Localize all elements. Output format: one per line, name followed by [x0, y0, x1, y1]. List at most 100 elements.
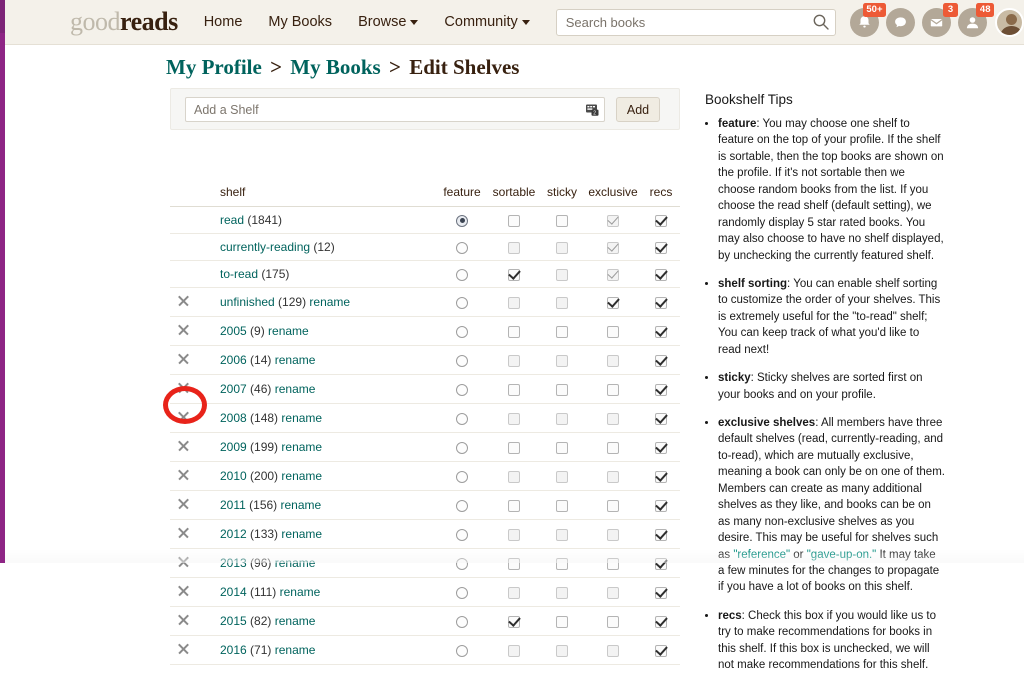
shelf-name-link[interactable]: 2011: [220, 498, 246, 512]
delete-shelf-icon[interactable]: [177, 352, 190, 365]
sticky-checkbox[interactable]: [556, 384, 568, 396]
feature-radio[interactable]: [456, 215, 468, 227]
shelf-name-link[interactable]: 2013: [220, 556, 247, 570]
feature-radio[interactable]: [456, 384, 468, 396]
recs-checkbox[interactable]: [655, 500, 667, 512]
delete-shelf-icon[interactable]: [177, 294, 190, 307]
user-avatar[interactable]: [995, 8, 1024, 37]
delete-shelf-icon[interactable]: [177, 497, 190, 510]
delete-shelf-icon[interactable]: [177, 526, 190, 539]
tip-shelf-link-reference[interactable]: "reference": [733, 549, 790, 561]
exclusive-checkbox[interactable]: [607, 297, 619, 309]
feature-radio[interactable]: [456, 442, 468, 454]
rename-shelf-link[interactable]: rename: [277, 498, 321, 512]
comments-icon[interactable]: [886, 8, 915, 37]
add-shelf-input[interactable]: [185, 97, 605, 122]
feature-radio[interactable]: [456, 355, 468, 367]
shelf-name-link[interactable]: read: [220, 213, 244, 227]
sortable-checkbox[interactable]: [508, 616, 520, 628]
feature-radio[interactable]: [456, 297, 468, 309]
sortable-checkbox[interactable]: [508, 500, 520, 512]
search-input[interactable]: [556, 9, 836, 36]
exclusive-checkbox[interactable]: [607, 558, 619, 570]
feature-radio[interactable]: [456, 471, 468, 483]
rename-shelf-link[interactable]: rename: [271, 353, 315, 367]
rename-shelf-link[interactable]: rename: [271, 556, 315, 570]
delete-shelf-icon[interactable]: [177, 439, 190, 452]
feature-radio[interactable]: [456, 413, 468, 425]
recs-checkbox[interactable]: [655, 413, 667, 425]
recs-checkbox[interactable]: [655, 355, 667, 367]
rename-shelf-link[interactable]: rename: [306, 295, 350, 309]
sortable-checkbox[interactable]: [508, 558, 520, 570]
recs-checkbox[interactable]: [655, 269, 667, 281]
recs-checkbox[interactable]: [655, 587, 667, 599]
feature-radio[interactable]: [456, 587, 468, 599]
feature-radio[interactable]: [456, 616, 468, 628]
shelf-name-link[interactable]: 2006: [220, 353, 247, 367]
delete-shelf-icon[interactable]: [177, 555, 190, 568]
messages-icon[interactable]: 3: [922, 8, 951, 37]
shelf-name-link[interactable]: 2014: [220, 585, 247, 599]
recs-checkbox[interactable]: [655, 558, 667, 570]
recs-checkbox[interactable]: [655, 215, 667, 227]
recs-checkbox[interactable]: [655, 616, 667, 628]
sticky-checkbox[interactable]: [556, 215, 568, 227]
recs-checkbox[interactable]: [655, 645, 667, 657]
shelf-name-link[interactable]: 2007: [220, 382, 247, 396]
recs-checkbox[interactable]: [655, 242, 667, 254]
input-method-icon[interactable]: 2: [585, 102, 600, 117]
friend-requests-icon[interactable]: 48: [958, 8, 987, 37]
exclusive-checkbox[interactable]: [607, 442, 619, 454]
rename-shelf-link[interactable]: rename: [278, 469, 322, 483]
sticky-checkbox[interactable]: [556, 326, 568, 338]
delete-shelf-icon[interactable]: [177, 410, 190, 423]
recs-checkbox[interactable]: [655, 384, 667, 396]
sticky-checkbox[interactable]: [556, 616, 568, 628]
delete-shelf-icon[interactable]: [177, 381, 190, 394]
nav-item-browse[interactable]: Browse: [358, 14, 418, 30]
sortable-checkbox[interactable]: [508, 269, 520, 281]
nav-item-home[interactable]: Home: [204, 14, 243, 30]
shelf-name-link[interactable]: 2016: [220, 643, 247, 657]
shelf-name-link[interactable]: 2010: [220, 469, 247, 483]
recs-checkbox[interactable]: [655, 442, 667, 454]
rename-shelf-link[interactable]: rename: [276, 585, 320, 599]
sortable-checkbox[interactable]: [508, 384, 520, 396]
rename-shelf-link[interactable]: rename: [278, 440, 322, 454]
recs-checkbox[interactable]: [655, 326, 667, 338]
shelf-name-link[interactable]: 2008: [220, 411, 247, 425]
delete-shelf-icon[interactable]: [177, 468, 190, 481]
feature-radio[interactable]: [456, 242, 468, 254]
rename-shelf-link[interactable]: rename: [271, 614, 315, 628]
rename-shelf-link[interactable]: rename: [265, 324, 309, 338]
add-shelf-button[interactable]: Add: [616, 97, 660, 122]
feature-radio[interactable]: [456, 558, 468, 570]
shelf-name-link[interactable]: currently-reading: [220, 240, 310, 254]
shelf-name-link[interactable]: 2012: [220, 527, 247, 541]
breadcrumb-my-profile[interactable]: My Profile: [166, 55, 262, 79]
delete-shelf-icon[interactable]: [177, 613, 190, 626]
shelf-name-link[interactable]: to-read: [220, 267, 258, 281]
sortable-checkbox[interactable]: [508, 442, 520, 454]
feature-radio[interactable]: [456, 326, 468, 338]
goodreads-logo[interactable]: goodreads: [70, 9, 178, 35]
rename-shelf-link[interactable]: rename: [271, 643, 315, 657]
search-icon[interactable]: [812, 13, 830, 31]
shelf-name-link[interactable]: 2005: [220, 324, 247, 338]
feature-radio[interactable]: [456, 529, 468, 541]
delete-shelf-icon[interactable]: [177, 642, 190, 655]
feature-radio[interactable]: [456, 645, 468, 657]
delete-shelf-icon[interactable]: [177, 323, 190, 336]
exclusive-checkbox[interactable]: [607, 384, 619, 396]
nav-item-community[interactable]: Community: [444, 14, 529, 30]
sortable-checkbox[interactable]: [508, 215, 520, 227]
sticky-checkbox[interactable]: [556, 500, 568, 512]
recs-checkbox[interactable]: [655, 471, 667, 483]
feature-radio[interactable]: [456, 500, 468, 512]
shelf-name-link[interactable]: unfinished: [220, 295, 275, 309]
notifications-icon[interactable]: 50+: [850, 8, 879, 37]
sticky-checkbox[interactable]: [556, 558, 568, 570]
delete-shelf-icon[interactable]: [177, 584, 190, 597]
breadcrumb-my-books[interactable]: My Books: [290, 55, 380, 79]
